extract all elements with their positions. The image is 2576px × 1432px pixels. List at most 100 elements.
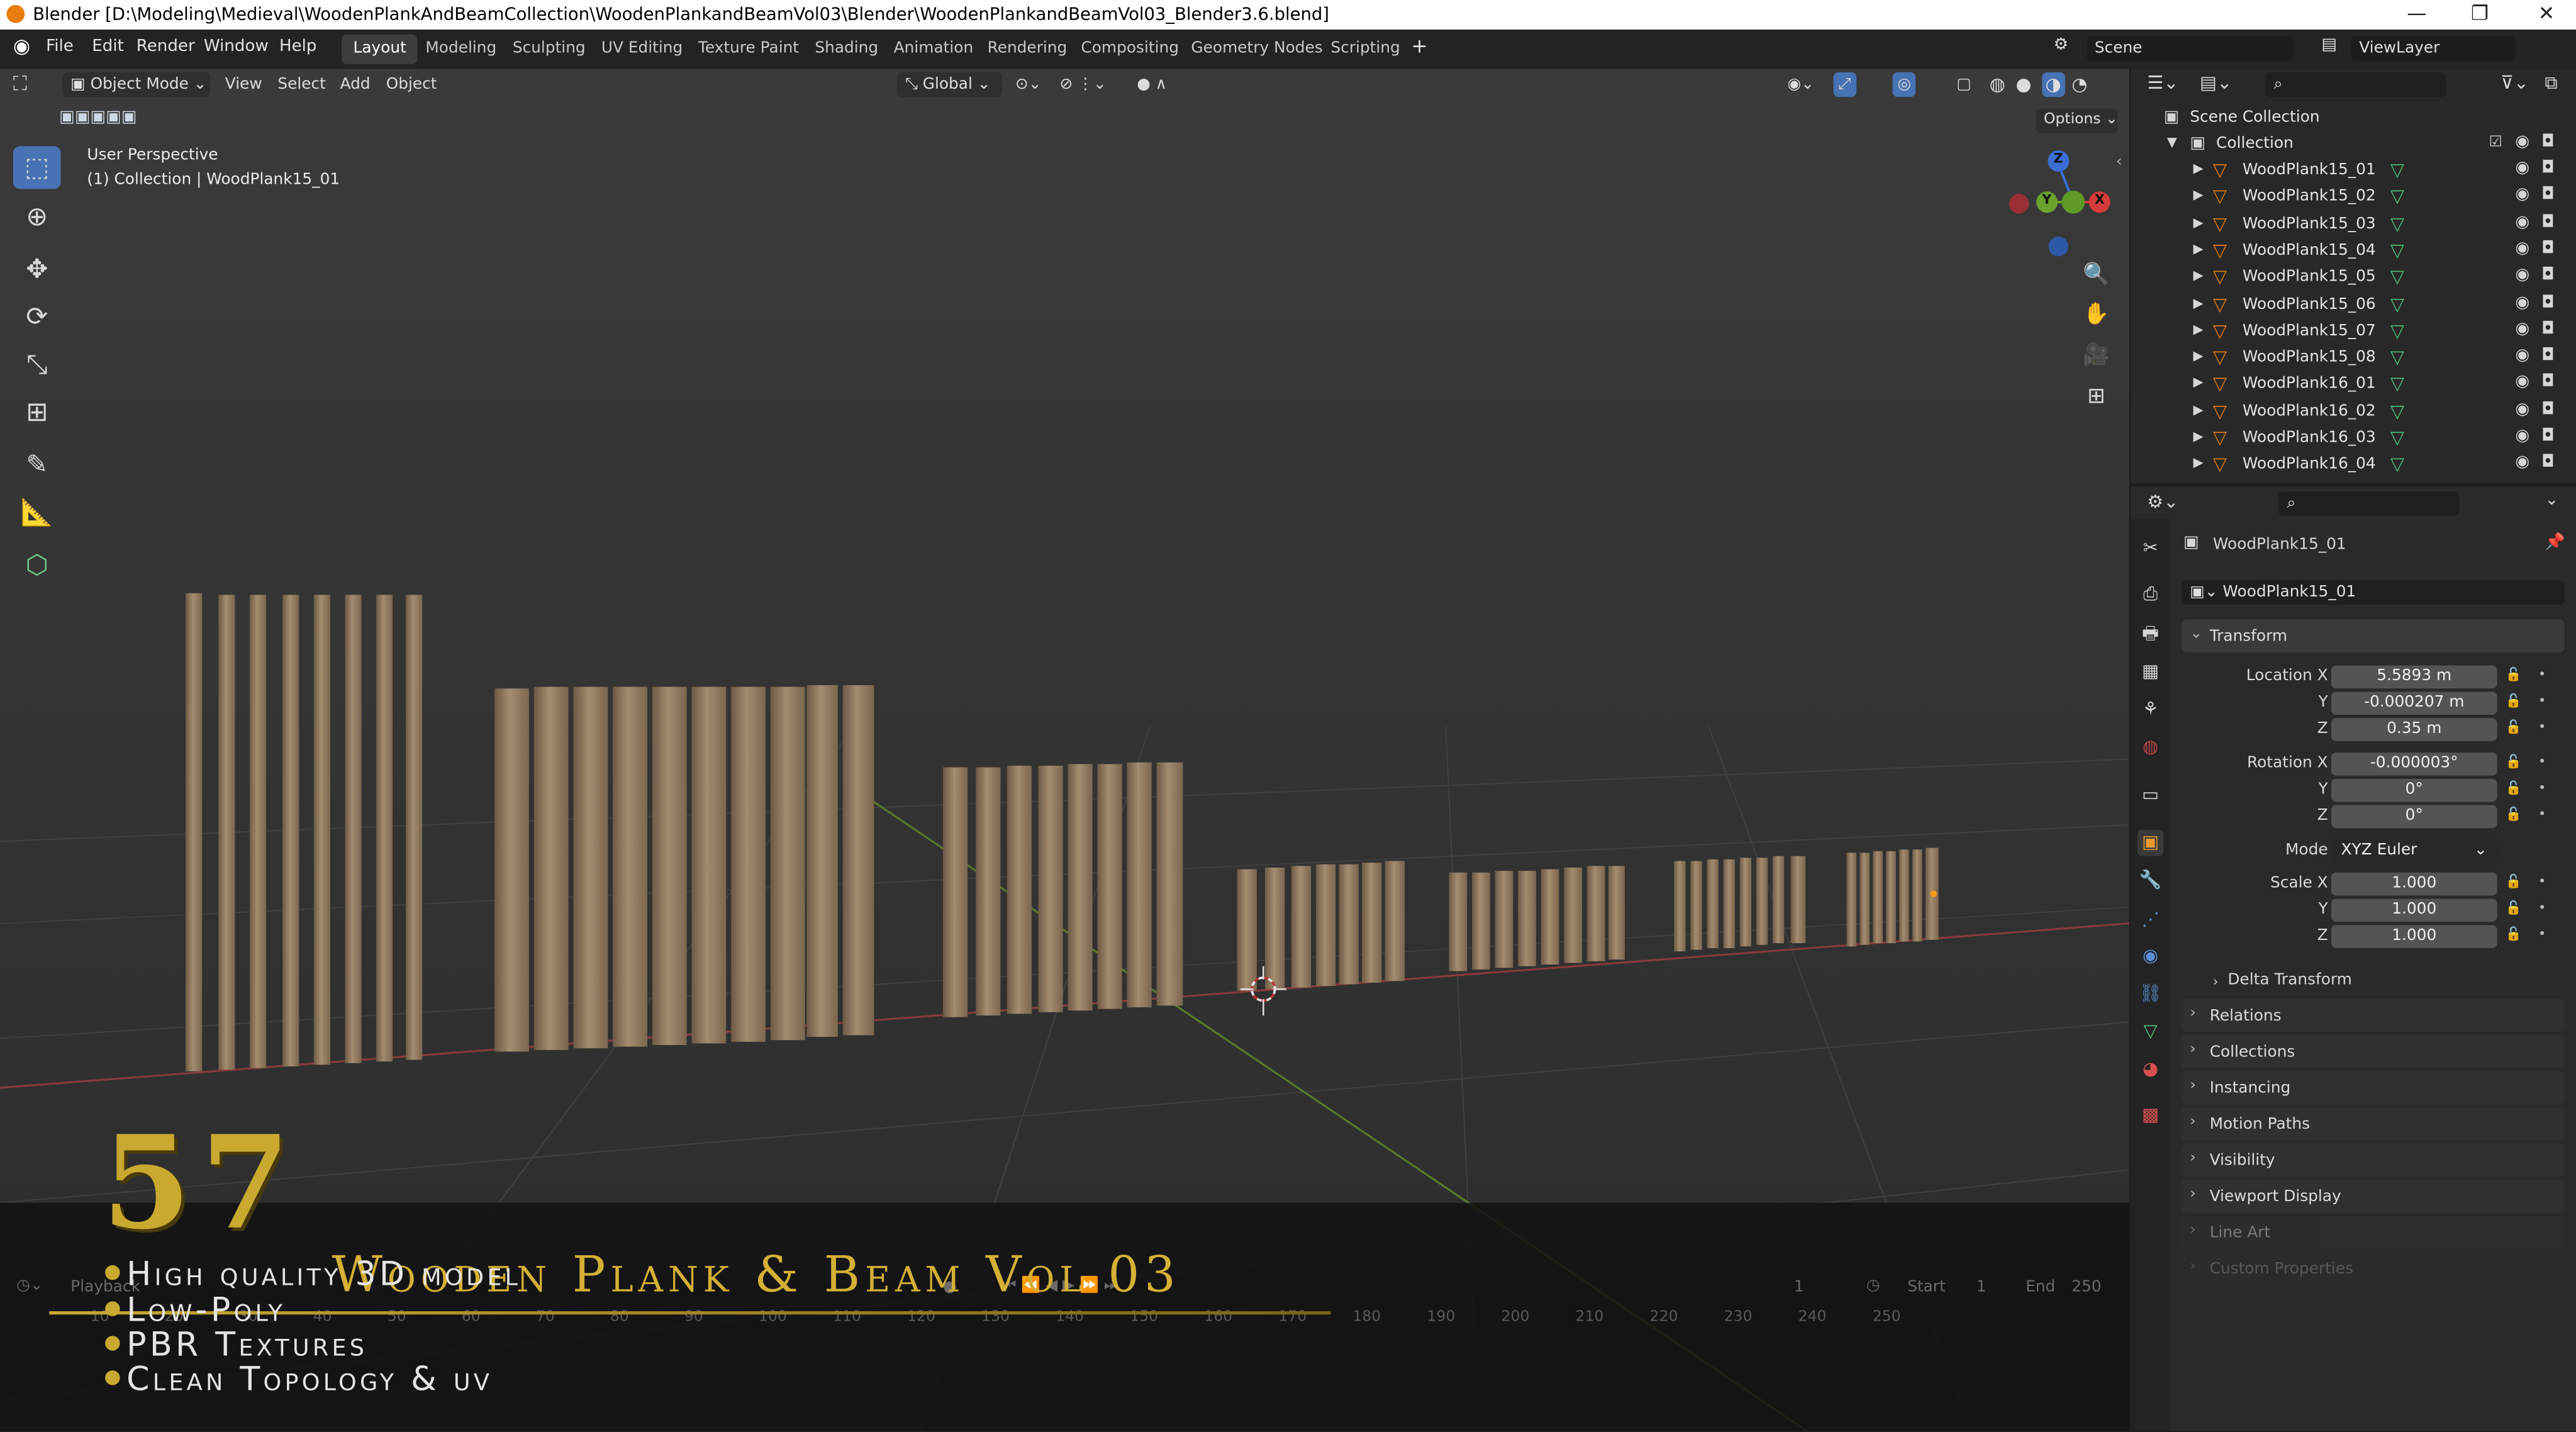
scene-icon[interactable]: ⚙ [2054, 36, 2068, 54]
keyframe-dot-icon[interactable]: • [2538, 693, 2546, 708]
outliner-item[interactable]: ▶ ▽ WoodPlank15_03 ▽ ◉ ◘ [2131, 211, 2576, 238]
lock-icon[interactable]: 🔓 [2506, 754, 2522, 769]
lock-icon[interactable]: 🔓 [2506, 900, 2522, 915]
pin-icon[interactable]: 📌 [2545, 534, 2565, 552]
transform-icon[interactable]: ⊞ [13, 391, 61, 434]
camera-render-icon[interactable]: ◘ [2541, 400, 2555, 418]
xray-icon[interactable]: ▢ [1956, 72, 1971, 97]
eye-icon[interactable]: ◉ [2515, 347, 2529, 365]
lock-icon[interactable]: 🔓 [2506, 874, 2522, 889]
expand-arrow-icon[interactable]: ▶ [2193, 375, 2203, 390]
keyframe-dot-icon[interactable]: • [2538, 754, 2546, 769]
eye-icon[interactable]: ◉ [2515, 454, 2529, 473]
camera-render-icon[interactable]: ◘ [2541, 454, 2555, 473]
view-layer-icon[interactable]: ▤ [2321, 36, 2337, 54]
close-button[interactable]: ✕ [2538, 2, 2555, 25]
camera-render-icon[interactable]: ◘ [2541, 133, 2555, 152]
tab-rendering[interactable]: Rendering [976, 35, 1078, 64]
outliner-editor-icon[interactable]: ☰⌄ [2147, 72, 2178, 94]
measure-icon[interactable]: 📐 [13, 491, 61, 534]
menu-edit[interactable]: Edit [92, 38, 124, 56]
keyframe-dot-icon[interactable]: • [2538, 900, 2546, 915]
section-motion-paths[interactable]: › Motion Paths [2182, 1107, 2565, 1141]
mesh-data-icon[interactable]: ▽ [2390, 186, 2404, 208]
filter-icon[interactable]: ⊽⌄ [2501, 72, 2529, 94]
expand-arrow-icon[interactable]: ▶ [2193, 322, 2203, 337]
section-line-art[interactable]: › Line Art [2182, 1216, 2565, 1249]
camera-render-icon[interactable]: ◘ [2541, 159, 2555, 177]
tab-texture-paint[interactable]: Texture Paint [687, 35, 811, 64]
camera-render-icon[interactable]: ◘ [2541, 213, 2555, 231]
collection-tab-icon[interactable]: ▭ [2138, 782, 2164, 808]
section-instancing[interactable]: › Instancing [2182, 1071, 2565, 1104]
wireframe-shading-icon[interactable]: ◍ [1990, 72, 2005, 97]
mesh-data-icon[interactable]: ▽ [2390, 454, 2404, 476]
outliner-item[interactable]: ▶ ▽ WoodPlank16_01 ▽ ◉ ◘ [2131, 372, 2576, 398]
select-box-icon[interactable]: ⬚ [13, 146, 61, 189]
outliner-item[interactable]: ▶ ▽ WoodPlank16_04 ▽ ◉ ◘ [2131, 452, 2576, 479]
expand-arrow-icon[interactable]: ▶ [2193, 349, 2203, 364]
outliner-item[interactable]: ▶ ▽ WoodPlank15_04 ▽ ◉ ◘ [2131, 238, 2576, 264]
camera-render-icon[interactable]: ◘ [2541, 347, 2555, 365]
tab-animation[interactable]: Animation [882, 35, 984, 64]
eye-icon[interactable]: ◉ [2515, 186, 2529, 204]
sidebar-toggle-icon[interactable]: ‹ [2116, 153, 2122, 171]
new-collection-icon[interactable]: ⧉ [2545, 72, 2558, 96]
eye-icon[interactable]: ◉ [2515, 374, 2529, 392]
properties-options-icon[interactable]: ⌄ [2545, 491, 2558, 510]
tab-compositing[interactable]: Compositing [1069, 35, 1190, 64]
physics-tab-icon[interactable]: ◉ [2138, 943, 2164, 970]
mesh-data-icon[interactable]: ▽ [2390, 159, 2404, 181]
orientation-selector[interactable]: ⤡ Global ⌄ [896, 72, 1003, 98]
add-workspace-icon[interactable]: + [1411, 35, 1427, 58]
camera-render-icon[interactable]: ◘ [2541, 240, 2555, 258]
eye-icon[interactable]: ◉ [2515, 400, 2529, 418]
cursor-icon[interactable]: ⊕ [13, 196, 61, 238]
tool-tab-icon[interactable]: ✂ [2138, 535, 2164, 562]
scale-x-field[interactable]: 1.000 [2331, 872, 2497, 896]
section-viewport-display[interactable]: › Viewport Display [2182, 1180, 2565, 1213]
lock-icon[interactable]: 🔓 [2506, 693, 2522, 708]
maximize-button[interactable]: ❐ [2471, 2, 2489, 25]
add-cube-icon[interactable]: ⬡ [13, 544, 61, 586]
texture-tab-icon[interactable]: ▩ [2138, 1102, 2164, 1129]
rendered-shading-icon[interactable]: ◔ [2071, 72, 2087, 97]
options-button[interactable]: Options ⌄ [2035, 108, 2118, 133]
rotation-z-field[interactable]: 0° [2331, 805, 2497, 829]
mesh-data-icon[interactable]: ▽ [2390, 427, 2404, 449]
world-tab-icon[interactable]: ◍ [2138, 734, 2164, 761]
expand-arrow-icon[interactable]: ▶ [2193, 295, 2203, 310]
section-visibility[interactable]: › Visibility [2182, 1143, 2565, 1177]
pan-hand-icon[interactable]: ✋ [2080, 299, 2112, 332]
properties-editor-icon[interactable]: ⚙⌄ [2147, 491, 2178, 513]
outliner-item[interactable]: ▶ ▽ WoodPlank15_07 ▽ ◉ ◘ [2131, 318, 2576, 345]
rotation-y-field[interactable]: 0° [2331, 778, 2497, 802]
keyframe-dot-icon[interactable]: • [2538, 667, 2546, 682]
lock-icon[interactable]: 🔓 [2506, 720, 2522, 735]
location-x-field[interactable]: 5.5893 m [2331, 665, 2497, 689]
outliner-item[interactable]: ▶ ▽ WoodPlank16_02 ▽ ◉ ◘ [2131, 399, 2576, 425]
location-y-field[interactable]: -0.000207 m [2331, 691, 2497, 715]
mode-selector[interactable]: ▣ Object Mode ⌄ [62, 72, 211, 98]
menu-add[interactable]: Add [340, 72, 371, 97]
mesh-data-icon[interactable]: ▽ [2390, 347, 2404, 368]
expand-arrow-icon[interactable]: ▶ [2193, 456, 2203, 471]
render-tab-icon[interactable]: ⎙ [2138, 582, 2164, 608]
scale-icon[interactable]: ⤡ [13, 344, 61, 386]
data-tab-icon[interactable]: ▽ [2138, 1019, 2164, 1045]
eye-icon[interactable]: ◉ [2515, 427, 2529, 445]
view-layer-tab-icon[interactable]: ▦ [2138, 659, 2164, 685]
expand-arrow-icon[interactable]: ▶ [2193, 215, 2203, 230]
outliner-item[interactable]: ▶ ▽ WoodPlank15_05 ▽ ◉ ◘ [2131, 265, 2576, 291]
location-z-field[interactable]: 0.35 m [2331, 718, 2497, 741]
proportional-edit-icon[interactable]: ● ∧ [1137, 72, 1167, 97]
mesh-data-icon[interactable]: ▽ [2390, 213, 2404, 234]
tab-layout[interactable]: Layout [342, 34, 418, 64]
display-mode-icon[interactable]: ▤⌄ [2200, 72, 2232, 94]
camera-render-icon[interactable]: ◘ [2541, 427, 2555, 445]
section-collections[interactable]: › Collections [2182, 1035, 2565, 1068]
scale-y-field[interactable]: 1.000 [2331, 898, 2497, 922]
rotation-x-field[interactable]: -0.000003° [2331, 752, 2497, 776]
expand-arrow-icon[interactable]: ▶ [2193, 187, 2203, 203]
outliner-item[interactable]: ▶ ▽ WoodPlank15_08 ▽ ◉ ◘ [2131, 345, 2576, 372]
